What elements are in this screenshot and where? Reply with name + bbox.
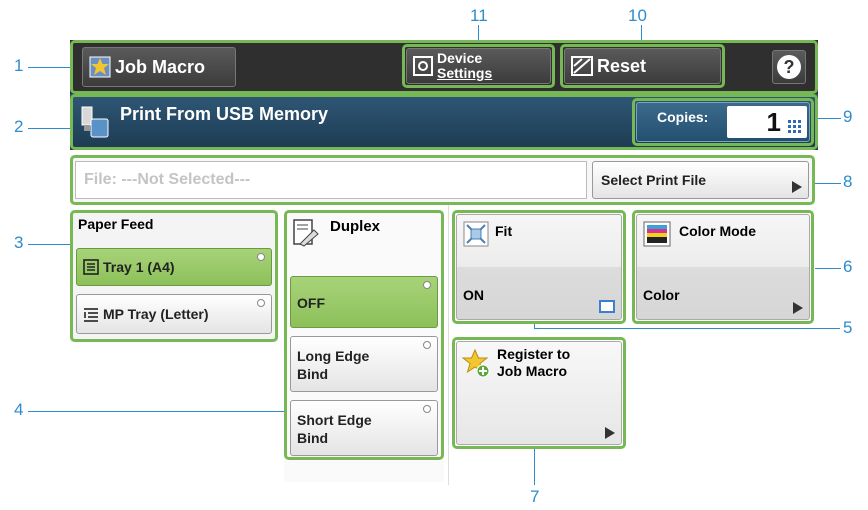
callout-1: 1 (14, 56, 24, 75)
copies-value: 1 (766, 107, 781, 137)
copies-control[interactable]: Copies: 1 (636, 102, 810, 142)
duplex-long-edge-option[interactable]: Long Edge Bind (290, 336, 438, 392)
device-settings-line1: Device (437, 50, 483, 66)
duplex-off-option[interactable]: OFF (290, 276, 438, 328)
paper-feed-heading: Paper Feed (78, 216, 154, 232)
register-line2: Job Macro (497, 363, 568, 379)
register-line1: Register to (497, 346, 571, 362)
column-divider (448, 205, 449, 485)
edit-indicator-icon (599, 300, 615, 313)
callout-line-2 (28, 128, 70, 129)
device-settings-line2: Settings (437, 65, 493, 81)
duplex-off-label: OFF (297, 295, 325, 311)
reset-icon (571, 56, 593, 76)
reset-button[interactable]: Reset (564, 48, 721, 84)
device-settings-button[interactable]: Device Settings (406, 48, 551, 84)
arrow-right-icon (792, 181, 802, 193)
job-macro-button[interactable]: Job Macro (82, 47, 236, 87)
callout-line-5b (534, 328, 840, 329)
callout-10: 10 (628, 6, 647, 25)
selection-indicator (257, 299, 265, 307)
page-title: Print From USB Memory (120, 104, 329, 124)
select-print-file-button[interactable]: Select Print File (592, 161, 809, 199)
callout-line-9 (815, 118, 841, 119)
callout-11: 11 (470, 6, 488, 25)
tray-icon (83, 259, 99, 275)
callout-line-1 (28, 67, 70, 68)
reset-label: Reset (597, 55, 647, 76)
callout-9: 9 (843, 107, 853, 126)
callout-line-6 (815, 268, 841, 269)
select-print-file-label: Select Print File (601, 172, 707, 188)
help-icon: ? (777, 55, 801, 79)
color-mode-button[interactable]: Color Mode Color (636, 214, 810, 320)
callout-line-7 (534, 447, 535, 485)
mp-tray-label: MP Tray (Letter) (103, 306, 209, 322)
mp-tray-icon (84, 308, 98, 322)
callout-8: 8 (843, 172, 853, 191)
device-settings-icon (413, 56, 433, 76)
callout-3: 3 (14, 233, 24, 252)
tray1-label: Tray 1 (A4) (103, 259, 175, 275)
arrow-right-icon (793, 302, 803, 314)
arrow-right-icon (605, 427, 615, 439)
keypad-icon (788, 120, 801, 133)
fit-heading: Fit (495, 223, 513, 239)
fit-value: ON (463, 287, 484, 303)
color-mode-value: Color (643, 287, 680, 303)
fit-icon (463, 221, 489, 247)
short-edge-line1: Short Edge (297, 412, 372, 428)
short-edge-line2: Bind (297, 430, 329, 446)
selection-indicator (423, 405, 431, 413)
long-edge-line1: Long Edge (297, 348, 370, 364)
tray1-option[interactable]: Tray 1 (A4) (76, 248, 272, 286)
job-macro-label: Job Macro (115, 56, 206, 77)
file-placeholder: File: ---Not Selected--- (84, 171, 251, 188)
usb-memory-icon (81, 106, 109, 138)
selection-indicator (257, 253, 265, 261)
long-edge-line2: Bind (297, 366, 329, 382)
callout-line-3 (28, 244, 70, 245)
register-job-macro-button[interactable]: Register to Job Macro (456, 341, 622, 445)
selection-indicator (423, 341, 431, 349)
duplex-heading: Duplex (330, 218, 381, 235)
color-mode-icon (643, 221, 671, 247)
callout-7: 7 (530, 487, 540, 506)
selection-indicator (423, 281, 431, 289)
copies-field[interactable]: 1 (727, 106, 807, 138)
callout-line-8 (815, 183, 841, 184)
duplex-short-edge-option[interactable]: Short Edge Bind (290, 400, 438, 456)
color-mode-heading: Color Mode (679, 223, 756, 239)
callout-5: 5 (843, 318, 853, 337)
register-star-icon (461, 348, 490, 378)
mp-tray-option[interactable]: MP Tray (Letter) (76, 294, 272, 334)
fit-button[interactable]: Fit ON (456, 214, 622, 320)
callout-4: 4 (14, 400, 24, 419)
callout-6: 6 (843, 257, 853, 276)
file-field: File: ---Not Selected--- (75, 161, 587, 199)
duplex-icon (293, 219, 319, 247)
callout-2: 2 (14, 117, 24, 136)
help-button[interactable]: ? (772, 50, 806, 84)
star-macro-icon (89, 56, 111, 78)
callout-line-4 (28, 411, 286, 412)
copies-label: Copies: (657, 109, 709, 125)
